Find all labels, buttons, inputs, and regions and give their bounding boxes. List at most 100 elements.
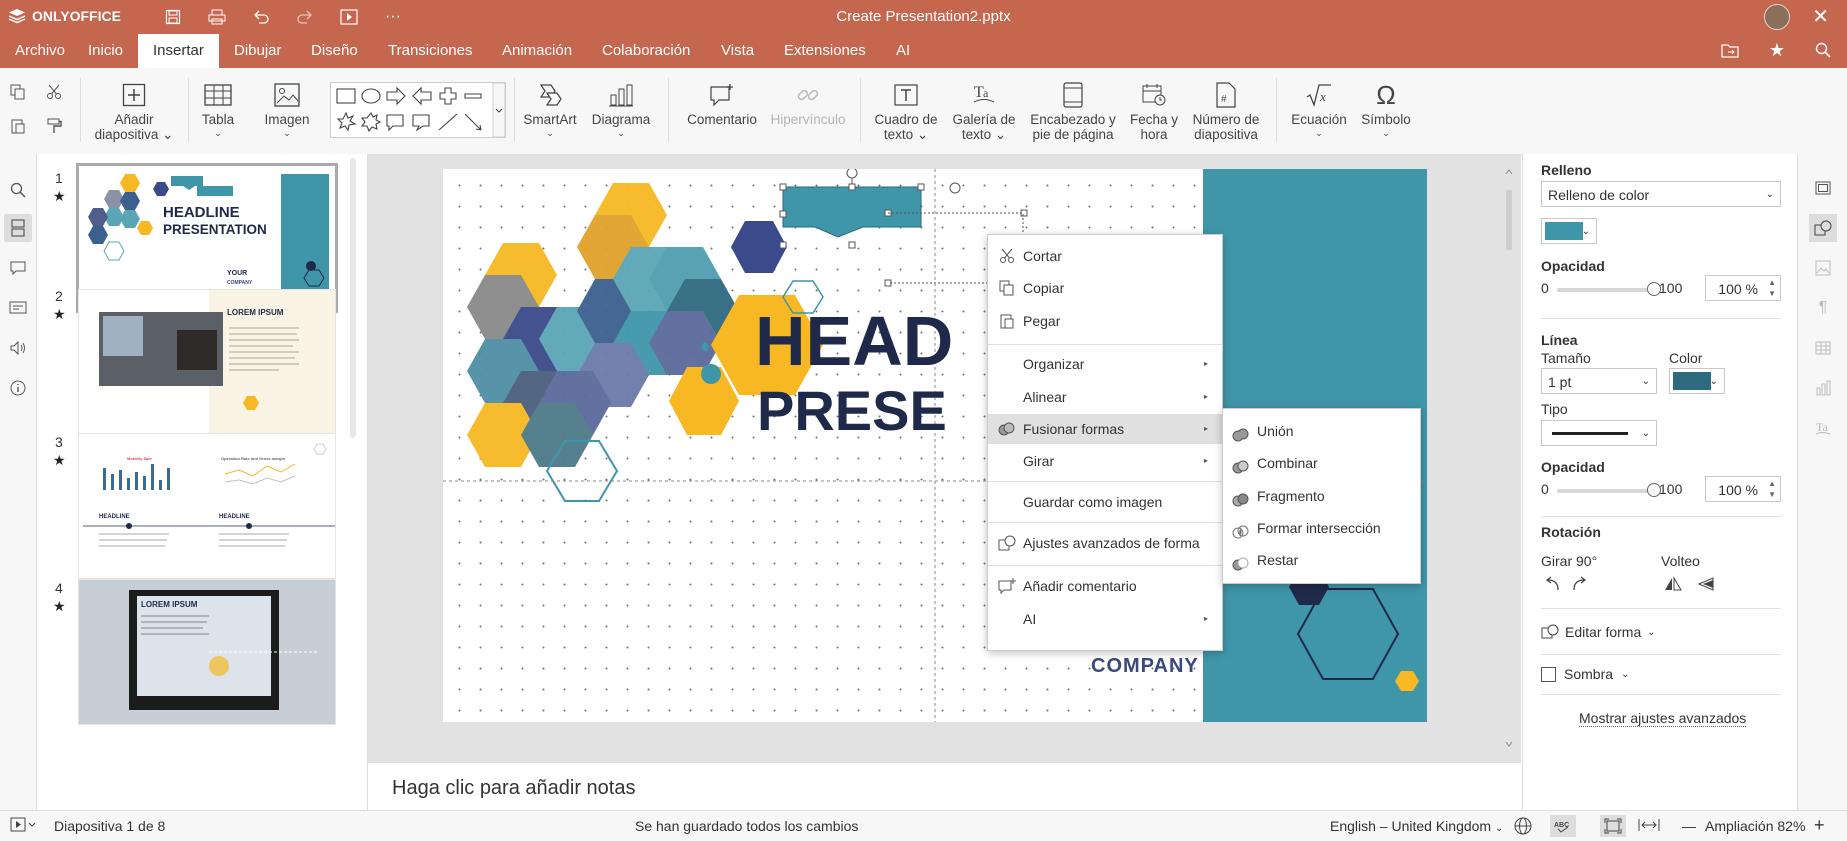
chat-icon[interactable] bbox=[4, 294, 32, 322]
slide-headline-1[interactable]: HEAD bbox=[755, 306, 953, 376]
search-icon[interactable] bbox=[1815, 42, 1831, 61]
paragraph-settings-icon[interactable]: ¶ bbox=[1809, 294, 1837, 322]
equation-button[interactable]: x Ecuación ⌄ bbox=[1286, 80, 1352, 141]
slide-thumbnail-1[interactable]: HEADLINE PRESENTATION YOUR COMPANY bbox=[79, 166, 335, 310]
add-slide-button[interactable]: Añadir diapositiva ⌄ bbox=[92, 80, 176, 142]
flip-vertical-icon[interactable] bbox=[1697, 576, 1717, 595]
open-location-icon[interactable] bbox=[1721, 42, 1739, 61]
spell-check-icon[interactable]: ABC bbox=[1550, 815, 1576, 837]
text-art-settings-icon[interactable]: Ta bbox=[1809, 414, 1837, 442]
menu-item-copy[interactable]: Copiar bbox=[988, 273, 1222, 303]
zoom-out-button[interactable]: — bbox=[1682, 818, 1696, 834]
opacity-slider[interactable] bbox=[1557, 282, 1661, 296]
menu-item-shape-advanced[interactable]: Ajustes avanzados de forma bbox=[988, 528, 1222, 558]
search-icon[interactable] bbox=[4, 176, 32, 204]
line-opacity-slider[interactable] bbox=[1557, 483, 1661, 497]
tab-diseno[interactable]: Diseño bbox=[296, 34, 373, 68]
chart-button[interactable]: Diagrama ⌄ bbox=[588, 80, 654, 141]
save-icon[interactable] bbox=[160, 6, 186, 28]
line-opacity-spinner[interactable]: 100 % ▲ ▼ bbox=[1705, 476, 1781, 502]
slide-company[interactable]: COMPANY bbox=[1091, 655, 1199, 678]
show-advanced-settings-link[interactable]: Mostrar ajustes avanzados bbox=[1579, 710, 1747, 727]
table-button[interactable]: Tabla ⌄ bbox=[196, 80, 240, 141]
tab-ai[interactable]: AI bbox=[881, 34, 925, 68]
slide-thumbnail-2[interactable]: LOREM IPSUM bbox=[79, 290, 335, 434]
shape-settings-icon[interactable] bbox=[1809, 214, 1837, 242]
flip-horizontal-icon[interactable] bbox=[1663, 576, 1683, 595]
zoom-in-button[interactable]: + bbox=[1814, 815, 1825, 836]
hyperlink-button[interactable]: Hipervínculo bbox=[768, 80, 848, 127]
copy-icon[interactable] bbox=[8, 82, 28, 102]
slides-scrollbar[interactable] bbox=[350, 158, 356, 438]
canvas-vertical-scrollbar[interactable] bbox=[1505, 166, 1513, 750]
fill-type-select[interactable]: Relleno de color ⌄ bbox=[1541, 181, 1781, 207]
line-color-picker[interactable]: ⌄ bbox=[1669, 368, 1725, 394]
menu-item-paste[interactable]: Pegar bbox=[988, 306, 1222, 336]
redo-icon[interactable] bbox=[292, 6, 318, 28]
favorite-star-icon[interactable]: ★ bbox=[1769, 41, 1785, 61]
slide-headline-2[interactable]: PRESE bbox=[757, 381, 947, 441]
opacity-spinner[interactable]: 100 % ▲ ▼ bbox=[1705, 275, 1781, 301]
slides-panel-icon[interactable] bbox=[4, 214, 32, 242]
notes-pane[interactable]: Haga clic para añadir notas bbox=[368, 762, 1521, 811]
slide-thumbnail-4[interactable]: LOREM IPSUM bbox=[79, 580, 335, 724]
image-settings-icon[interactable] bbox=[1809, 254, 1837, 282]
tab-dibujar[interactable]: Dibujar bbox=[219, 34, 297, 68]
slide-number-button[interactable]: # Número de diapositiva bbox=[1188, 80, 1264, 142]
menu-item-align[interactable]: Alinear ▸ bbox=[988, 382, 1222, 412]
submenu-item-subtract[interactable]: Restar bbox=[1223, 545, 1420, 575]
submenu-item-union[interactable]: Unión bbox=[1223, 416, 1420, 446]
header-footer-button[interactable]: Encabezado y pie de página bbox=[1026, 80, 1120, 142]
submenu-item-combine[interactable]: Combinar bbox=[1223, 448, 1420, 478]
avatar[interactable] bbox=[1764, 4, 1791, 30]
cut-icon[interactable] bbox=[44, 82, 64, 102]
submenu-item-intersect[interactable]: Formar intersección bbox=[1223, 513, 1420, 543]
smartart-button[interactable]: SmartArt ⌄ bbox=[520, 80, 580, 141]
fill-color-picker[interactable]: ⌄ bbox=[1541, 218, 1597, 244]
menu-item-merge-shapes[interactable]: Fusionar formas ▸ bbox=[988, 414, 1222, 444]
paste-icon[interactable] bbox=[8, 116, 28, 136]
play-slideshow-icon[interactable] bbox=[10, 817, 36, 836]
menu-item-save-as-image[interactable]: Guardar como imagen bbox=[988, 487, 1222, 517]
menu-item-ai[interactable]: AI ▸ bbox=[988, 604, 1222, 634]
tab-colaboracion[interactable]: Colaboración bbox=[587, 34, 705, 68]
rotate-left-icon[interactable] bbox=[1543, 576, 1561, 595]
start-slideshow-icon[interactable] bbox=[336, 6, 362, 28]
language-selector[interactable]: English – United Kingdom ⌄ bbox=[1330, 818, 1503, 834]
symbol-button[interactable]: Ω Símbolo ⌄ bbox=[1356, 80, 1416, 141]
line-type-select[interactable]: ⌄ bbox=[1541, 420, 1657, 446]
shadow-checkbox[interactable]: Sombra ⌄ bbox=[1541, 666, 1629, 682]
tab-transiciones[interactable]: Transiciones bbox=[373, 34, 487, 68]
tab-vista[interactable]: Vista bbox=[706, 34, 769, 68]
speaker-icon[interactable] bbox=[4, 334, 32, 362]
tab-archivo[interactable]: Archivo bbox=[0, 34, 80, 68]
tab-inicio[interactable]: Inicio bbox=[73, 34, 138, 68]
edit-shape-button[interactable]: Editar forma ⌄ bbox=[1541, 624, 1656, 640]
line-size-select[interactable]: 1 pt ⌄ bbox=[1541, 368, 1657, 394]
table-settings-icon[interactable] bbox=[1809, 334, 1837, 362]
tab-animacion[interactable]: Animación bbox=[487, 34, 587, 68]
globe-icon[interactable] bbox=[1514, 817, 1532, 838]
menu-item-arrange[interactable]: Organizar ▸ bbox=[988, 349, 1222, 379]
chart-settings-icon[interactable] bbox=[1809, 374, 1837, 402]
date-time-button[interactable]: Fecha y hora bbox=[1124, 80, 1184, 142]
comments-icon[interactable] bbox=[4, 254, 32, 282]
menu-item-add-comment[interactable]: Añadir comentario bbox=[988, 571, 1222, 601]
shadow-checkbox-box[interactable] bbox=[1541, 666, 1556, 682]
tab-extensiones[interactable]: Extensiones bbox=[769, 34, 881, 68]
fit-width-icon[interactable] bbox=[1638, 818, 1660, 835]
undo-icon[interactable] bbox=[248, 6, 274, 28]
rotate-right-icon[interactable] bbox=[1571, 576, 1589, 595]
comment-button[interactable]: Comentario bbox=[682, 80, 762, 127]
tab-insertar[interactable]: Insertar bbox=[138, 34, 219, 68]
more-icon[interactable]: ··· bbox=[380, 6, 406, 28]
menu-item-cut[interactable]: Cortar bbox=[988, 241, 1222, 271]
image-button[interactable]: Imagen ⌄ bbox=[262, 80, 312, 141]
shapes-gallery[interactable] bbox=[330, 82, 506, 138]
close-icon[interactable]: ✕ bbox=[1812, 7, 1829, 27]
submenu-item-fragment[interactable]: Fragmento bbox=[1223, 481, 1420, 511]
slide-thumbnail-3[interactable]: Monthly Sale Operation Rate and Gross ma… bbox=[79, 434, 335, 578]
fit-slide-icon[interactable] bbox=[1600, 815, 1626, 837]
slide-settings-icon[interactable] bbox=[1809, 174, 1837, 202]
text-art-button[interactable]: Ta Galería de texto ⌄ bbox=[948, 80, 1020, 142]
